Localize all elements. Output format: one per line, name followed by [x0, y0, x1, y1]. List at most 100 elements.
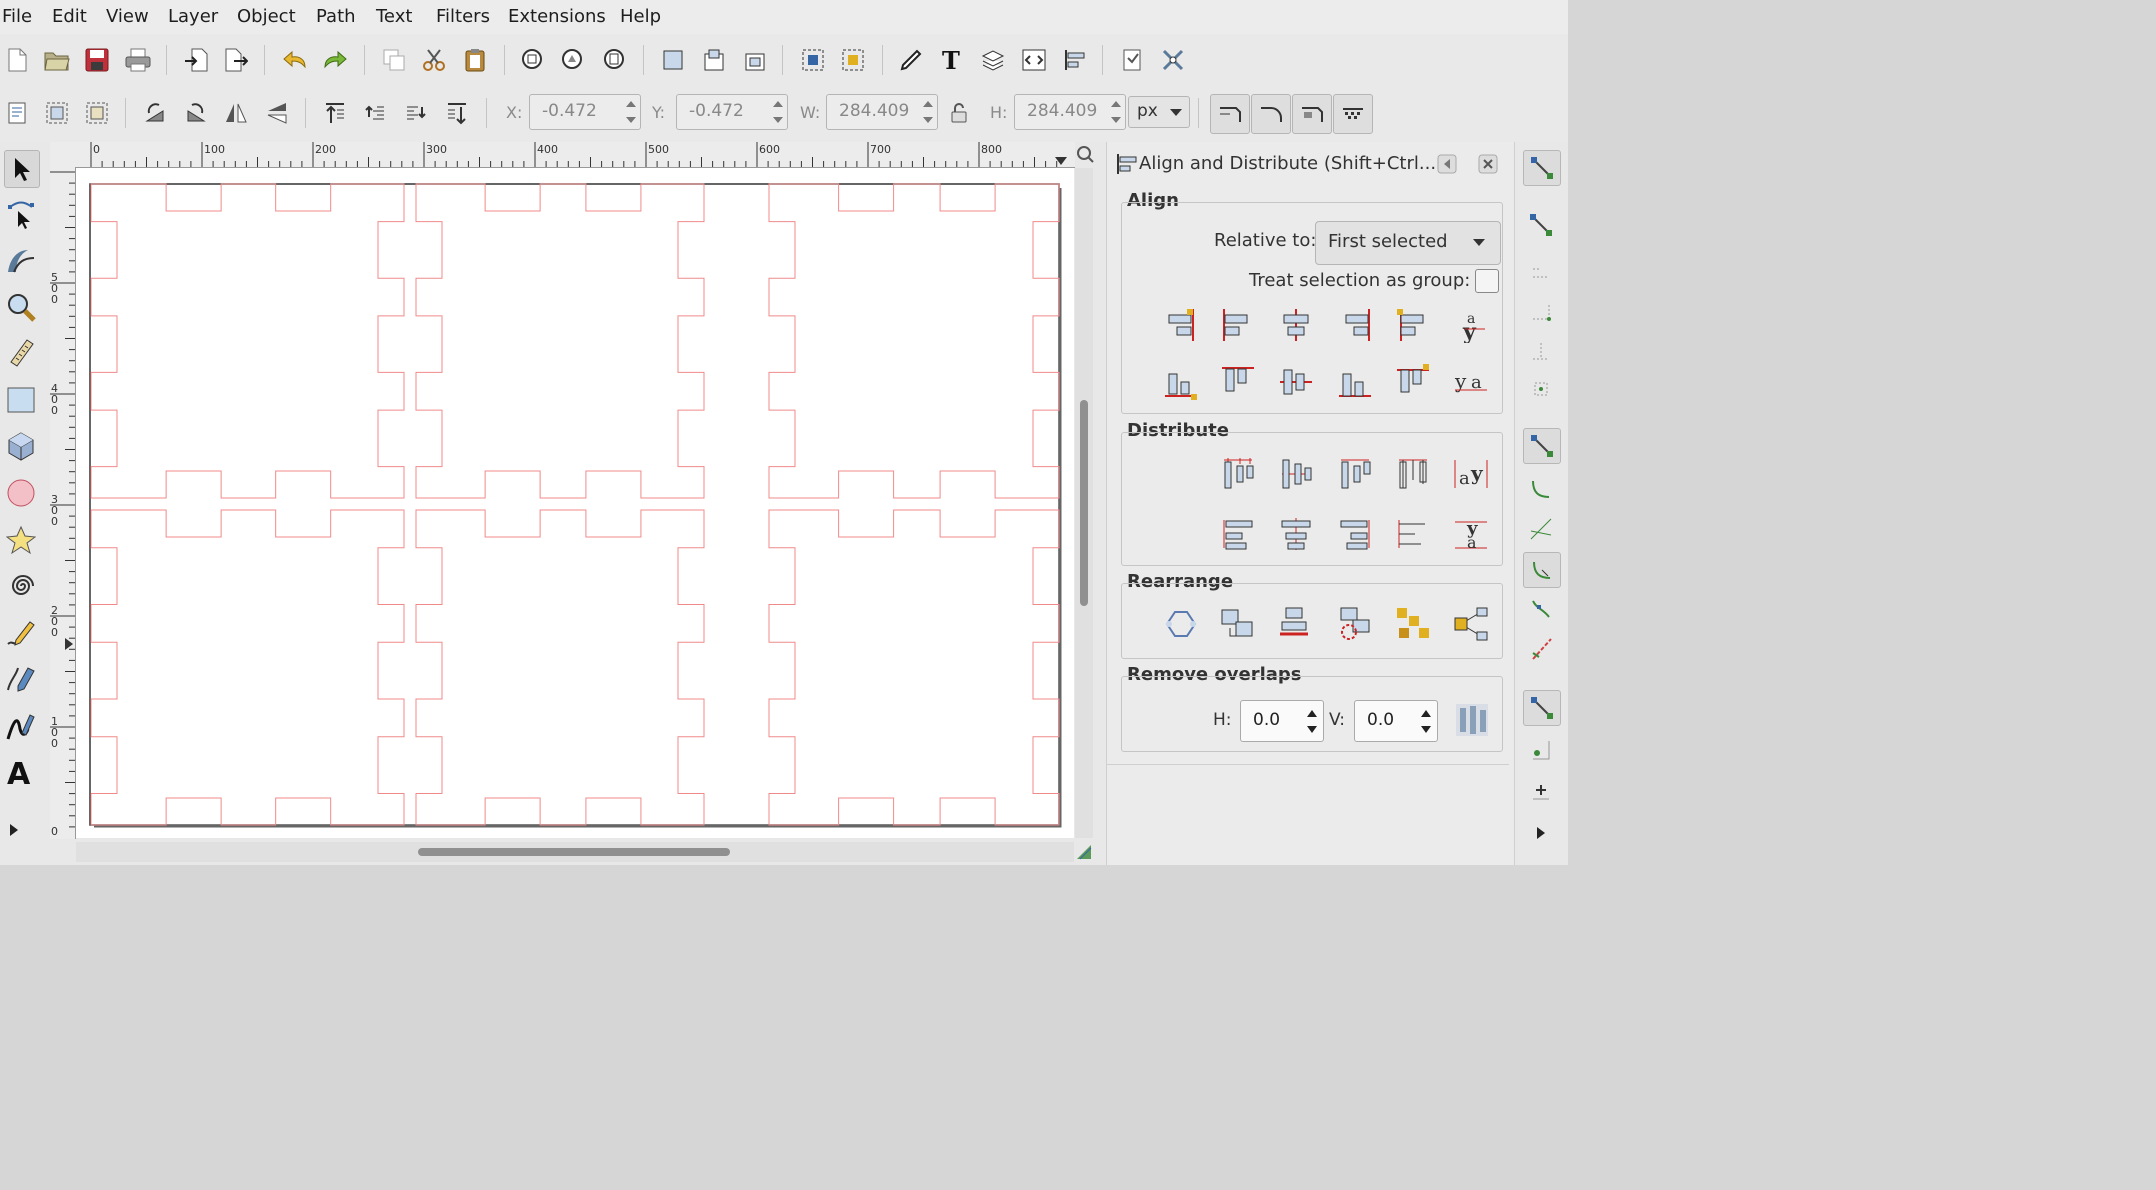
align-icon[interactable]	[1276, 362, 1316, 402]
scale-corners-toggle-icon[interactable]	[1251, 94, 1291, 134]
new-document-icon[interactable]	[2, 45, 32, 75]
snap-paths-icon[interactable]	[1523, 472, 1559, 506]
snap-bbox-corners-icon[interactable]	[1523, 294, 1559, 328]
align-icon[interactable]	[1335, 362, 1375, 402]
menu-object[interactable]: Object	[237, 6, 296, 27]
snap-bbox-icon[interactable]	[1523, 208, 1559, 242]
snap-bbox-center-icon[interactable]	[1523, 372, 1559, 406]
ungroup-icon[interactable]	[699, 45, 729, 75]
menu-extensions[interactable]: Extensions	[508, 6, 606, 27]
snap-bbox-midpoints-icon[interactable]	[1523, 334, 1559, 368]
align-icon[interactable]	[1276, 305, 1316, 345]
deselect-icon[interactable]	[82, 98, 112, 128]
unit-dropdown[interactable]: px	[1128, 96, 1190, 128]
y-spinbox[interactable]: -0.472	[676, 94, 788, 130]
import-icon[interactable]	[181, 45, 211, 75]
snap-enable-icon[interactable]	[1523, 150, 1561, 186]
align-icon[interactable]: ay	[1451, 305, 1491, 345]
save-icon[interactable]	[82, 45, 112, 75]
rearrange-icon[interactable]	[1276, 604, 1316, 644]
text-font-icon[interactable]: T	[937, 45, 967, 75]
remove-overlaps-button-icon[interactable]	[1452, 700, 1492, 740]
menu-path[interactable]: Path	[316, 6, 356, 27]
zoom-corner-icon[interactable]	[1076, 145, 1094, 167]
raise-icon-2[interactable]	[360, 98, 390, 128]
align-icon[interactable]	[1218, 362, 1258, 402]
menu-text[interactable]: Text	[376, 6, 412, 27]
transform-patterns-toggle-icon[interactable]	[1333, 94, 1373, 134]
document-properties-icon[interactable]	[1117, 45, 1147, 75]
zoom-selection-icon[interactable]	[518, 45, 548, 75]
overlap-v-spinbox[interactable]: 0.0	[1354, 700, 1438, 742]
align-icon[interactable]	[1161, 362, 1201, 402]
snap-line-midpoints-icon[interactable]	[1523, 632, 1559, 666]
snap-cusp-nodes-icon[interactable]	[1523, 552, 1561, 588]
align-icon[interactable]	[1218, 305, 1258, 345]
menu-file[interactable]: File	[2, 6, 32, 27]
snap-intersections-icon[interactable]	[1523, 512, 1559, 546]
relative-to-dropdown[interactable]: First selected	[1315, 221, 1501, 265]
star-tool-icon[interactable]	[4, 522, 38, 558]
snap-smooth-nodes-icon[interactable]	[1523, 592, 1559, 626]
rearrange-icon[interactable]	[1451, 604, 1491, 644]
align-icon[interactable]	[1161, 305, 1201, 345]
export-icon[interactable]	[221, 45, 251, 75]
menu-help[interactable]: Help	[620, 6, 661, 27]
treat-as-group-checkbox[interactable]	[1475, 269, 1499, 293]
group-icon[interactable]	[658, 45, 688, 75]
redo-icon[interactable]	[320, 45, 350, 75]
flip-vertical-icon[interactable]	[262, 98, 292, 128]
pen-tool-icon[interactable]	[4, 661, 38, 697]
snap-others-icon[interactable]	[1523, 690, 1561, 726]
distribute-icon[interactable]	[1218, 514, 1258, 554]
align-icon[interactable]: ya	[1451, 362, 1491, 402]
menu-layer[interactable]: Layer	[168, 6, 218, 27]
paste-icon[interactable]	[460, 45, 490, 75]
ellipse-tool-icon[interactable]	[4, 475, 38, 511]
x-spinbox[interactable]: -0.472	[529, 94, 641, 130]
dialog-close-icon[interactable]	[1478, 154, 1498, 178]
layers-icon[interactable]	[978, 45, 1008, 75]
selector-tool-icon[interactable]	[4, 150, 40, 188]
duplicate-icon[interactable]	[379, 45, 409, 75]
lower-icon[interactable]	[838, 45, 868, 75]
snap-bbox-edges-icon[interactable]	[1523, 252, 1559, 286]
undo-icon[interactable]	[280, 45, 310, 75]
distribute-icon[interactable]: ya	[1451, 514, 1491, 554]
rearrange-icon[interactable]	[1393, 604, 1433, 644]
calligraphy-tool-icon[interactable]	[4, 708, 38, 744]
dialog-iconify-icon[interactable]	[1437, 154, 1457, 178]
open-folder-icon[interactable]	[42, 45, 72, 75]
rotate-ccw-icon[interactable]	[140, 98, 170, 128]
rotate-cw-icon[interactable]	[181, 98, 211, 128]
distribute-icon[interactable]	[1393, 454, 1433, 494]
vertical-scrollbar[interactable]	[1075, 168, 1093, 838]
snap-rotation-centers-icon[interactable]	[1523, 772, 1559, 806]
distribute-icon[interactable]	[1276, 454, 1316, 494]
print-icon[interactable]	[123, 45, 153, 75]
transform-gradients-toggle-icon[interactable]	[1292, 94, 1332, 134]
scale-stroke-toggle-icon[interactable]	[1210, 94, 1250, 134]
lower-icon-2[interactable]	[401, 98, 431, 128]
raise-icon[interactable]	[798, 45, 828, 75]
distribute-icon[interactable]: ay	[1451, 454, 1491, 494]
distribute-icon[interactable]	[1393, 514, 1433, 554]
align-icon[interactable]	[1335, 305, 1375, 345]
spiral-tool-icon[interactable]	[4, 568, 38, 604]
distribute-icon[interactable]	[1276, 514, 1316, 554]
overlap-h-spinbox[interactable]: 0.0	[1240, 700, 1324, 742]
toolbox-more-icon[interactable]	[4, 812, 24, 848]
snap-more-icon[interactable]	[1523, 816, 1559, 850]
distribute-icon[interactable]	[1335, 514, 1375, 554]
snap-nodes-icon[interactable]	[1523, 428, 1561, 464]
layers-order-icon[interactable]	[740, 45, 770, 75]
drawing-canvas[interactable]	[76, 168, 1074, 838]
pencil-tool-icon[interactable]	[4, 615, 38, 651]
cut-icon[interactable]	[419, 45, 449, 75]
flip-horizontal-icon[interactable]	[221, 98, 251, 128]
rearrange-icon[interactable]	[1335, 604, 1375, 644]
tweak-tool-icon[interactable]	[4, 242, 38, 278]
menu-filters[interactable]: Filters	[436, 6, 490, 27]
vertical-scroll-thumb[interactable]	[1080, 400, 1088, 606]
menu-view[interactable]: View	[106, 6, 149, 27]
